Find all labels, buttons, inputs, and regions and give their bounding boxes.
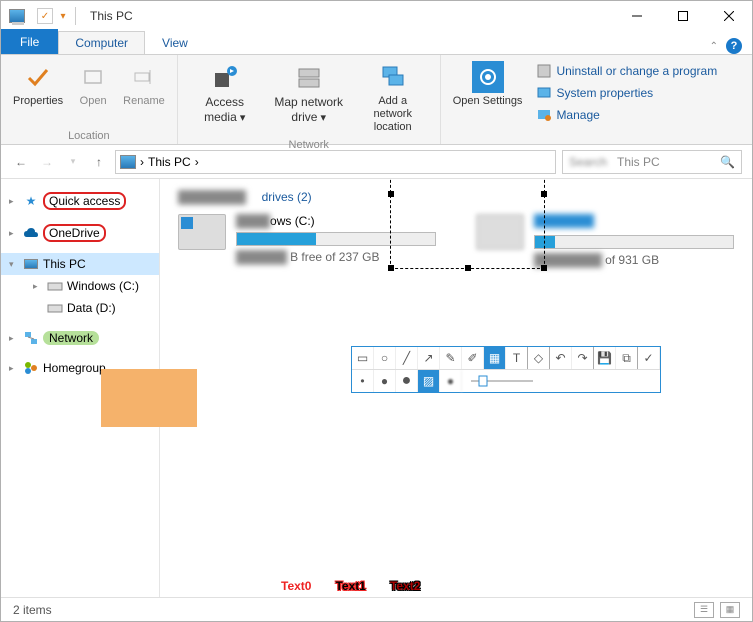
ribbon-tabs: File Computer View ⌃ ?	[1, 31, 752, 55]
open-button[interactable]: Open	[73, 59, 113, 110]
this-pc-icon	[120, 155, 136, 169]
tab-file[interactable]: File	[1, 29, 58, 54]
tool-rectangle[interactable]: ▭	[352, 347, 374, 369]
window-controls	[614, 1, 752, 31]
ribbon-group-network: Access media ▾ Map network drive ▾ Add a…	[178, 55, 441, 144]
ribbon-group-location: Properties Open Rename Location	[1, 55, 178, 144]
item-count: 2 items	[13, 603, 52, 617]
tiles-view-button[interactable]: ▦	[720, 602, 740, 618]
search-icon: 🔍	[720, 155, 735, 169]
tool-arrow[interactable]: ↗	[418, 347, 440, 369]
drive-icon	[47, 278, 63, 294]
tool-marker[interactable]: ✐	[462, 347, 484, 369]
text1: Text1	[335, 579, 365, 593]
tool-ellipse[interactable]: ○	[374, 347, 396, 369]
open-icon	[77, 61, 109, 93]
separator	[75, 7, 76, 25]
map-network-drive-button[interactable]: Map network drive ▾	[270, 59, 348, 127]
file-explorer-window: ✓ ▾ This PC File Computer View ⌃ ? Prope…	[0, 0, 753, 622]
address-bar[interactable]: › This PC ›	[115, 150, 556, 174]
media-icon	[209, 61, 241, 93]
tool-pencil[interactable]: ✎	[440, 347, 462, 369]
drive-icon	[293, 61, 325, 93]
rename-button[interactable]: Rename	[119, 59, 169, 110]
navigation-bar: ← → ▾ ↑ › This PC › Search This PC 🔍	[1, 145, 752, 179]
breadcrumb[interactable]: This PC	[148, 155, 191, 169]
maximize-button[interactable]	[660, 1, 706, 31]
tool-mosaic[interactable]: ▦	[484, 347, 506, 369]
sidebar-item-quick-access[interactable]: ▸ ★ Quick access	[1, 189, 159, 213]
add-network-location-button[interactable]: Add a network location	[354, 59, 432, 137]
tool-copy[interactable]: ⧉	[616, 347, 638, 369]
status-bar: 2 items ☰ ▦	[1, 597, 752, 621]
manage-icon	[536, 107, 552, 123]
quick-access-toolbar: ✓ ▾	[37, 8, 69, 24]
tab-view[interactable]: View	[145, 31, 205, 54]
mosaic-style-2[interactable]: ●	[440, 370, 462, 392]
sidebar-item-windows-c[interactable]: ▸ Windows (C:)	[1, 275, 159, 297]
tool-redo[interactable]: ↷	[572, 347, 594, 369]
annotation-toolbar[interactable]: ▭ ○ ╱ ↗ ✎ ✐ ▦ T ◇ ↶ ↷ 💾 ⧉ ✓ • ● ● ▨ ●	[351, 346, 661, 393]
uninstall-icon	[536, 63, 552, 79]
selection-rectangle[interactable]	[390, 179, 545, 269]
ribbon: Properties Open Rename Location Access m…	[1, 55, 752, 145]
tool-eraser[interactable]: ◇	[528, 347, 550, 369]
recent-locations-button[interactable]: ▾	[63, 152, 83, 172]
ribbon-group-system: Open Settings Uninstall or change a prog…	[441, 55, 729, 144]
size-large[interactable]: ●	[396, 370, 418, 392]
titlebar-left: ✓ ▾ This PC	[9, 7, 133, 25]
drive-icon	[47, 300, 63, 316]
tool-undo[interactable]: ↶	[550, 347, 572, 369]
mosaic-size-slider[interactable]	[462, 370, 542, 392]
titlebar: ✓ ▾ This PC	[1, 1, 752, 31]
capacity-bar	[534, 235, 734, 249]
tool-line[interactable]: ╱	[396, 347, 418, 369]
size-small[interactable]: •	[352, 370, 374, 392]
back-button[interactable]: ←	[11, 152, 31, 172]
help-icon[interactable]: ?	[726, 38, 742, 54]
this-pc-icon	[9, 9, 25, 23]
access-media-button[interactable]: Access media ▾	[186, 59, 264, 127]
mosaic-style-1[interactable]: ▨	[418, 370, 440, 392]
collapse-ribbon-button[interactable]: ⌃	[710, 41, 718, 52]
up-button[interactable]: ↑	[89, 152, 109, 172]
close-button[interactable]	[706, 1, 752, 31]
network-icon	[23, 330, 39, 346]
properties-button[interactable]: Properties	[9, 59, 67, 110]
minimize-button[interactable]	[614, 1, 660, 31]
tool-text[interactable]: T	[506, 347, 528, 369]
tool-save[interactable]: 💾	[594, 347, 616, 369]
navigation-pane: ▸ ★ Quick access ▸ OneDrive ▾ This PC ▸ …	[1, 179, 160, 597]
qat-item[interactable]: ✓	[37, 8, 53, 24]
forward-button[interactable]: →	[37, 152, 57, 172]
text2: Text2	[390, 579, 420, 593]
qat-dropdown[interactable]: ▾	[57, 8, 69, 24]
monitor-icon	[23, 256, 39, 272]
sidebar-item-data-d[interactable]: ▸ Data (D:)	[1, 297, 159, 319]
manage-button[interactable]: Manage	[532, 105, 721, 125]
checkmark-icon	[22, 61, 54, 93]
search-input[interactable]: Search This PC 🔍	[562, 150, 742, 174]
settings-gear-icon	[472, 61, 504, 93]
system-properties-icon	[536, 85, 552, 101]
text0: Text0	[281, 579, 311, 593]
open-settings-button[interactable]: Open Settings	[449, 59, 527, 110]
drive-icon	[178, 214, 226, 250]
cloud-icon	[23, 225, 39, 241]
annotation-text-samples: Text0 Text1 Text2	[281, 579, 420, 593]
star-icon: ★	[23, 193, 39, 209]
sidebar-item-this-pc[interactable]: ▾ This PC	[1, 253, 159, 275]
window-title: This PC	[90, 9, 133, 23]
size-medium[interactable]: ●	[374, 370, 396, 392]
uninstall-program-button[interactable]: Uninstall or change a program	[532, 61, 721, 81]
system-properties-button[interactable]: System properties	[532, 83, 721, 103]
homegroup-icon	[23, 360, 39, 376]
tab-computer[interactable]: Computer	[58, 31, 145, 54]
sidebar-item-network[interactable]: ▸ Network	[1, 327, 159, 349]
tool-done[interactable]: ✓	[638, 347, 660, 369]
rename-icon	[128, 61, 160, 93]
details-view-button[interactable]: ☰	[694, 602, 714, 618]
sidebar-item-onedrive[interactable]: ▸ OneDrive	[1, 221, 159, 245]
network-location-icon	[377, 61, 409, 93]
